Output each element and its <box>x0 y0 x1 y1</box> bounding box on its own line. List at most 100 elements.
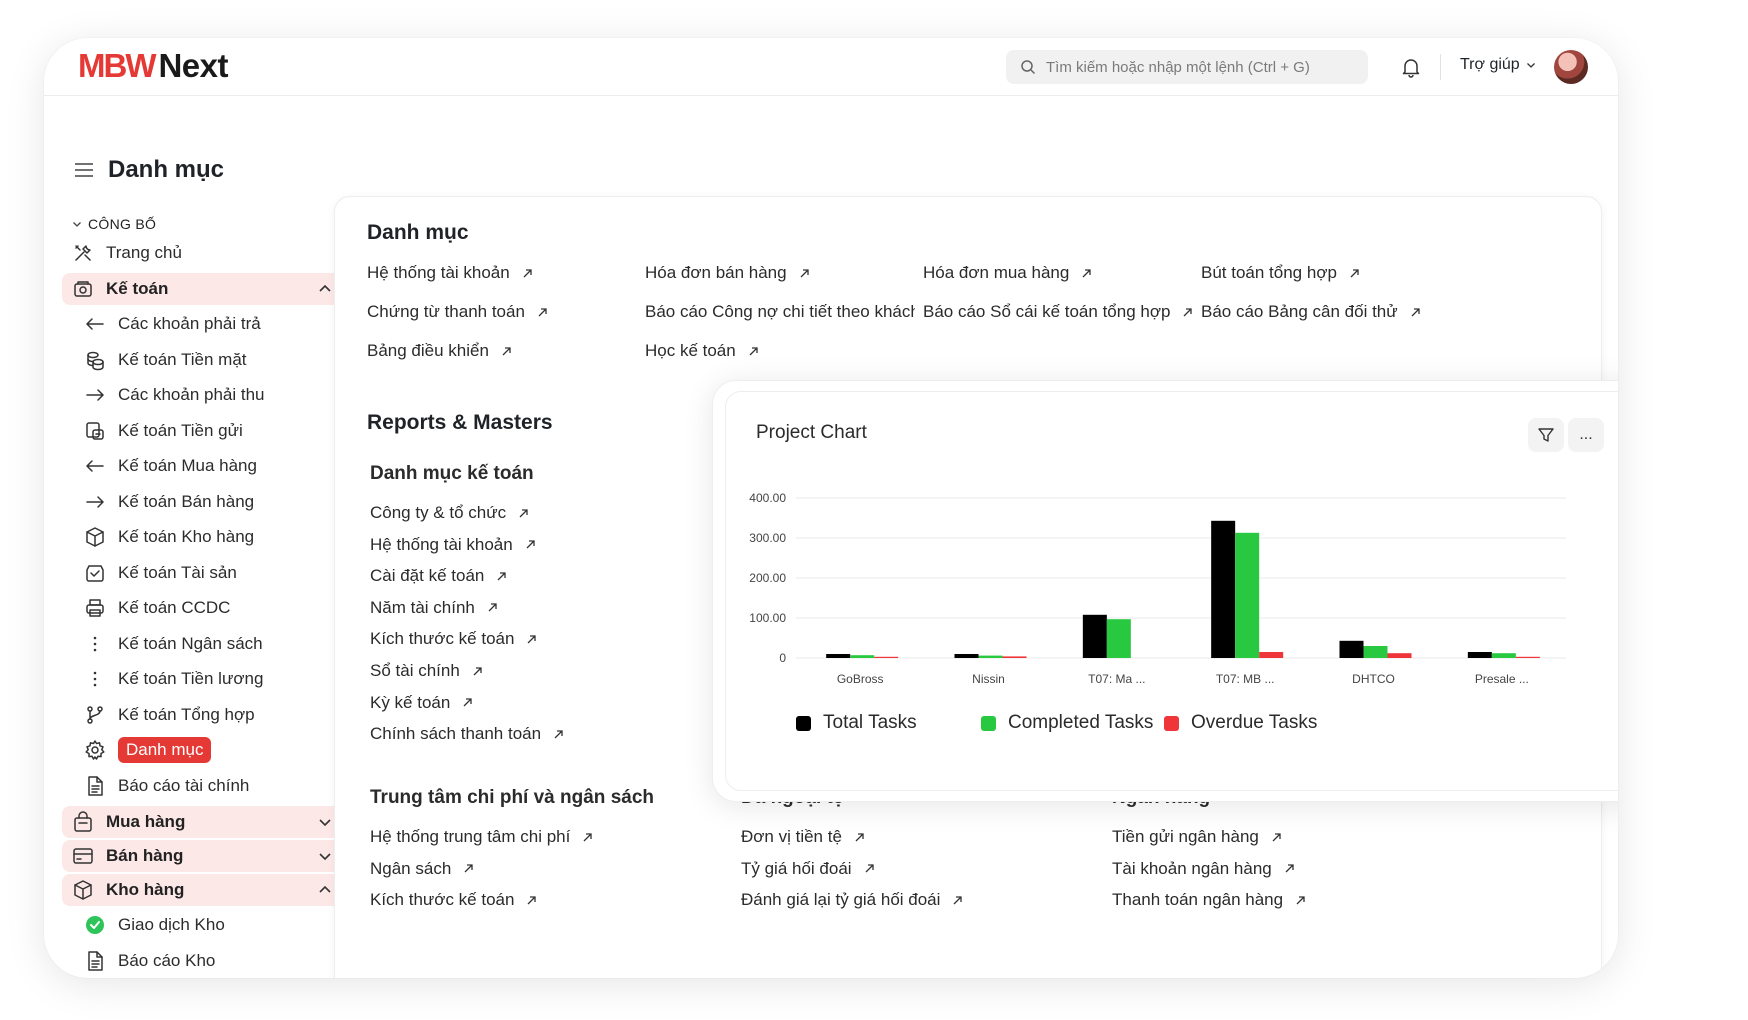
bar-2-0[interactable] <box>1082 614 1107 658</box>
section-link[interactable]: Đơn vị tiền tệ <box>741 827 865 847</box>
section-link[interactable]: Ngân sách <box>370 859 474 879</box>
shortcut-link[interactable]: Báo cáo Sổ cái kế toán tổng hợp <box>923 302 1193 322</box>
bell-icon[interactable] <box>1400 56 1422 78</box>
bar-5-2[interactable] <box>1515 656 1540 658</box>
shortcut-label: Hệ thống tài khoản <box>367 263 510 282</box>
sidebar-item-6[interactable]: Kế toán Mua hàng <box>62 449 344 485</box>
sidebar-item-10[interactable]: Kế toán CCDC <box>62 591 344 627</box>
section-link[interactable]: Tiền gửi ngân hàng <box>1112 827 1282 847</box>
sidebar-item-9[interactable]: Kế toán Tài sản <box>62 555 344 591</box>
bar-1-1[interactable] <box>978 655 1003 658</box>
section-link[interactable]: Kích thước kế toán <box>370 629 537 649</box>
shortcut-link[interactable]: Hệ thống tài khoản <box>367 263 533 283</box>
bar-2-1[interactable] <box>1106 619 1131 658</box>
bar-4-1[interactable] <box>1363 646 1388 658</box>
bar-5-0[interactable] <box>1467 652 1492 658</box>
section-link[interactable]: Hệ thống tài khoản <box>370 535 536 555</box>
bar-1-2[interactable] <box>1002 656 1027 658</box>
hamburger-icon[interactable] <box>74 162 94 178</box>
sidebar-item-18[interactable]: Kho hàng <box>62 873 344 906</box>
section-link[interactable]: Sổ tài chính <box>370 661 483 681</box>
avatar[interactable] <box>1554 50 1588 84</box>
bar-0-2[interactable] <box>874 656 899 658</box>
bar-0-1[interactable] <box>850 655 875 658</box>
chevron-down-icon <box>73 222 81 227</box>
sidebar-item-4[interactable]: Các khoản phải thu <box>62 378 344 414</box>
sidebar-item-0[interactable]: Trang chủ <box>62 235 344 271</box>
sidebar-item-8[interactable]: Kế toán Kho hàng <box>62 520 344 556</box>
bar-4-2[interactable] <box>1387 653 1412 658</box>
section-link[interactable]: Công ty & tổ chức <box>370 503 529 523</box>
x-tick-label: T07: Ma ... <box>1088 672 1145 686</box>
search-bar[interactable] <box>1006 50 1368 84</box>
shortcut-link[interactable]: Báo cáo Bảng cân đối thử <box>1201 302 1421 322</box>
sidebar-item-3[interactable]: Kế toán Tiền mặt <box>62 342 344 378</box>
sidebar-item-5[interactable]: Kế toán Tiền gửi <box>62 413 344 449</box>
section-link[interactable]: Kích thước kế toán <box>370 890 537 910</box>
shortcut-link[interactable]: Hóa đơn bán hàng <box>645 263 810 283</box>
bar-4-0[interactable] <box>1339 640 1364 658</box>
section-link[interactable]: Tỷ giá hối đoái <box>741 859 875 879</box>
shortcut-link[interactable]: Chứng từ thanh toán <box>367 302 548 322</box>
bar-3-2[interactable] <box>1259 652 1284 658</box>
sidebar-item-12[interactable]: Kế toán Tiền lương <box>62 662 344 698</box>
shortcut-link[interactable]: Bảng điều khiển <box>367 341 512 361</box>
section-link[interactable]: Kỳ kế toán <box>370 693 473 713</box>
legend-label: Overdue Tasks <box>1191 712 1318 733</box>
sidebar-item-15[interactable]: Báo cáo tài chính <box>62 768 344 804</box>
bar-5-1[interactable] <box>1491 653 1516 658</box>
section-link[interactable]: Đánh giá lại tỷ giá hối đoái <box>741 890 963 910</box>
bar-1-0[interactable] <box>954 654 979 658</box>
sidebar-item-14[interactable]: Danh mục <box>62 733 344 769</box>
document-icon <box>84 950 106 972</box>
shortcut-link[interactable]: Bút toán tổng hợp <box>1201 263 1360 283</box>
section-link[interactable]: Cài đặt kế toán <box>370 566 507 586</box>
section-link[interactable]: Tài khoản ngân hàng <box>1112 859 1295 879</box>
y-tick-label: 0 <box>779 651 786 665</box>
section-link[interactable]: Chính sách thanh toán <box>370 724 564 744</box>
external-link-icon <box>749 346 758 355</box>
chart-filter-button[interactable] <box>1528 418 1564 452</box>
bar-3-1[interactable] <box>1235 532 1260 658</box>
sidebar-item-13[interactable]: Kế toán Tổng hợp <box>62 697 344 733</box>
chart-more-button[interactable]: ... <box>1568 418 1604 452</box>
page-header: Danh mục <box>74 156 224 184</box>
sidebar-item-20[interactable]: Báo cáo Kho <box>62 943 344 978</box>
external-link-icon <box>1183 307 1193 316</box>
sidebar-item-label: Kế toán Tiền mặt <box>118 349 247 369</box>
sidebar-item-11[interactable]: Kế toán Ngân sách <box>62 626 344 662</box>
asset-icon <box>84 562 106 584</box>
sidebar-item-7[interactable]: Kế toán Bán hàng <box>62 484 344 520</box>
section-link[interactable]: Năm tài chính <box>370 598 498 618</box>
sidebar-item-label: Các khoản phải thu <box>118 385 265 405</box>
external-link-icon <box>800 268 809 277</box>
help-menu[interactable]: Trợ giúp <box>1460 56 1536 74</box>
sidebar-item-16[interactable]: Mua hàng <box>62 805 344 838</box>
shortcut-link[interactable]: Học kế toán <box>645 341 759 361</box>
section-link[interactable]: Thanh toán ngân hàng <box>1112 890 1306 910</box>
sidebar-item-2[interactable]: Các khoản phải trả <box>62 307 344 343</box>
legend-item[interactable]: Overdue Tasks <box>1164 712 1317 734</box>
section-link-label: Chính sách thanh toán <box>370 724 542 744</box>
logo[interactable]: MBW Next <box>78 47 228 84</box>
shortcut-label: Bảng điều khiển <box>367 341 489 360</box>
sidebar-item-1[interactable]: Kế toán <box>62 272 344 305</box>
search-input[interactable] <box>1046 58 1356 76</box>
shortcut-link[interactable]: Hóa đơn mua hàng <box>923 263 1092 283</box>
sidebar-item-19[interactable]: Giao dịch Kho <box>62 908 344 944</box>
bar-0-0[interactable] <box>826 654 851 658</box>
sidebar-item-17[interactable]: Bán hàng <box>62 839 344 872</box>
legend-item[interactable]: Completed Tasks <box>981 712 1153 734</box>
section-link-label: Tài khoản ngân hàng <box>1112 858 1272 878</box>
shortcut-label: Hóa đơn bán hàng <box>645 263 787 282</box>
sidebar-section-header[interactable]: CÔNG BỐ <box>62 213 344 235</box>
section-link[interactable]: Hệ thống trung tâm chi phí <box>370 827 593 847</box>
chevron-down-icon <box>319 852 331 860</box>
card-icon <box>72 845 94 867</box>
y-tick-label: 200.00 <box>749 571 786 585</box>
section-link-label: Ngân sách <box>370 858 452 878</box>
sidebar-item-label: Kế toán Tài sản <box>118 562 237 582</box>
shortcut-link[interactable]: Báo cáo Công nợ chi tiết theo khách h <box>645 302 915 322</box>
legend-item[interactable]: Total Tasks <box>796 712 917 734</box>
bar-3-0[interactable] <box>1211 520 1236 658</box>
